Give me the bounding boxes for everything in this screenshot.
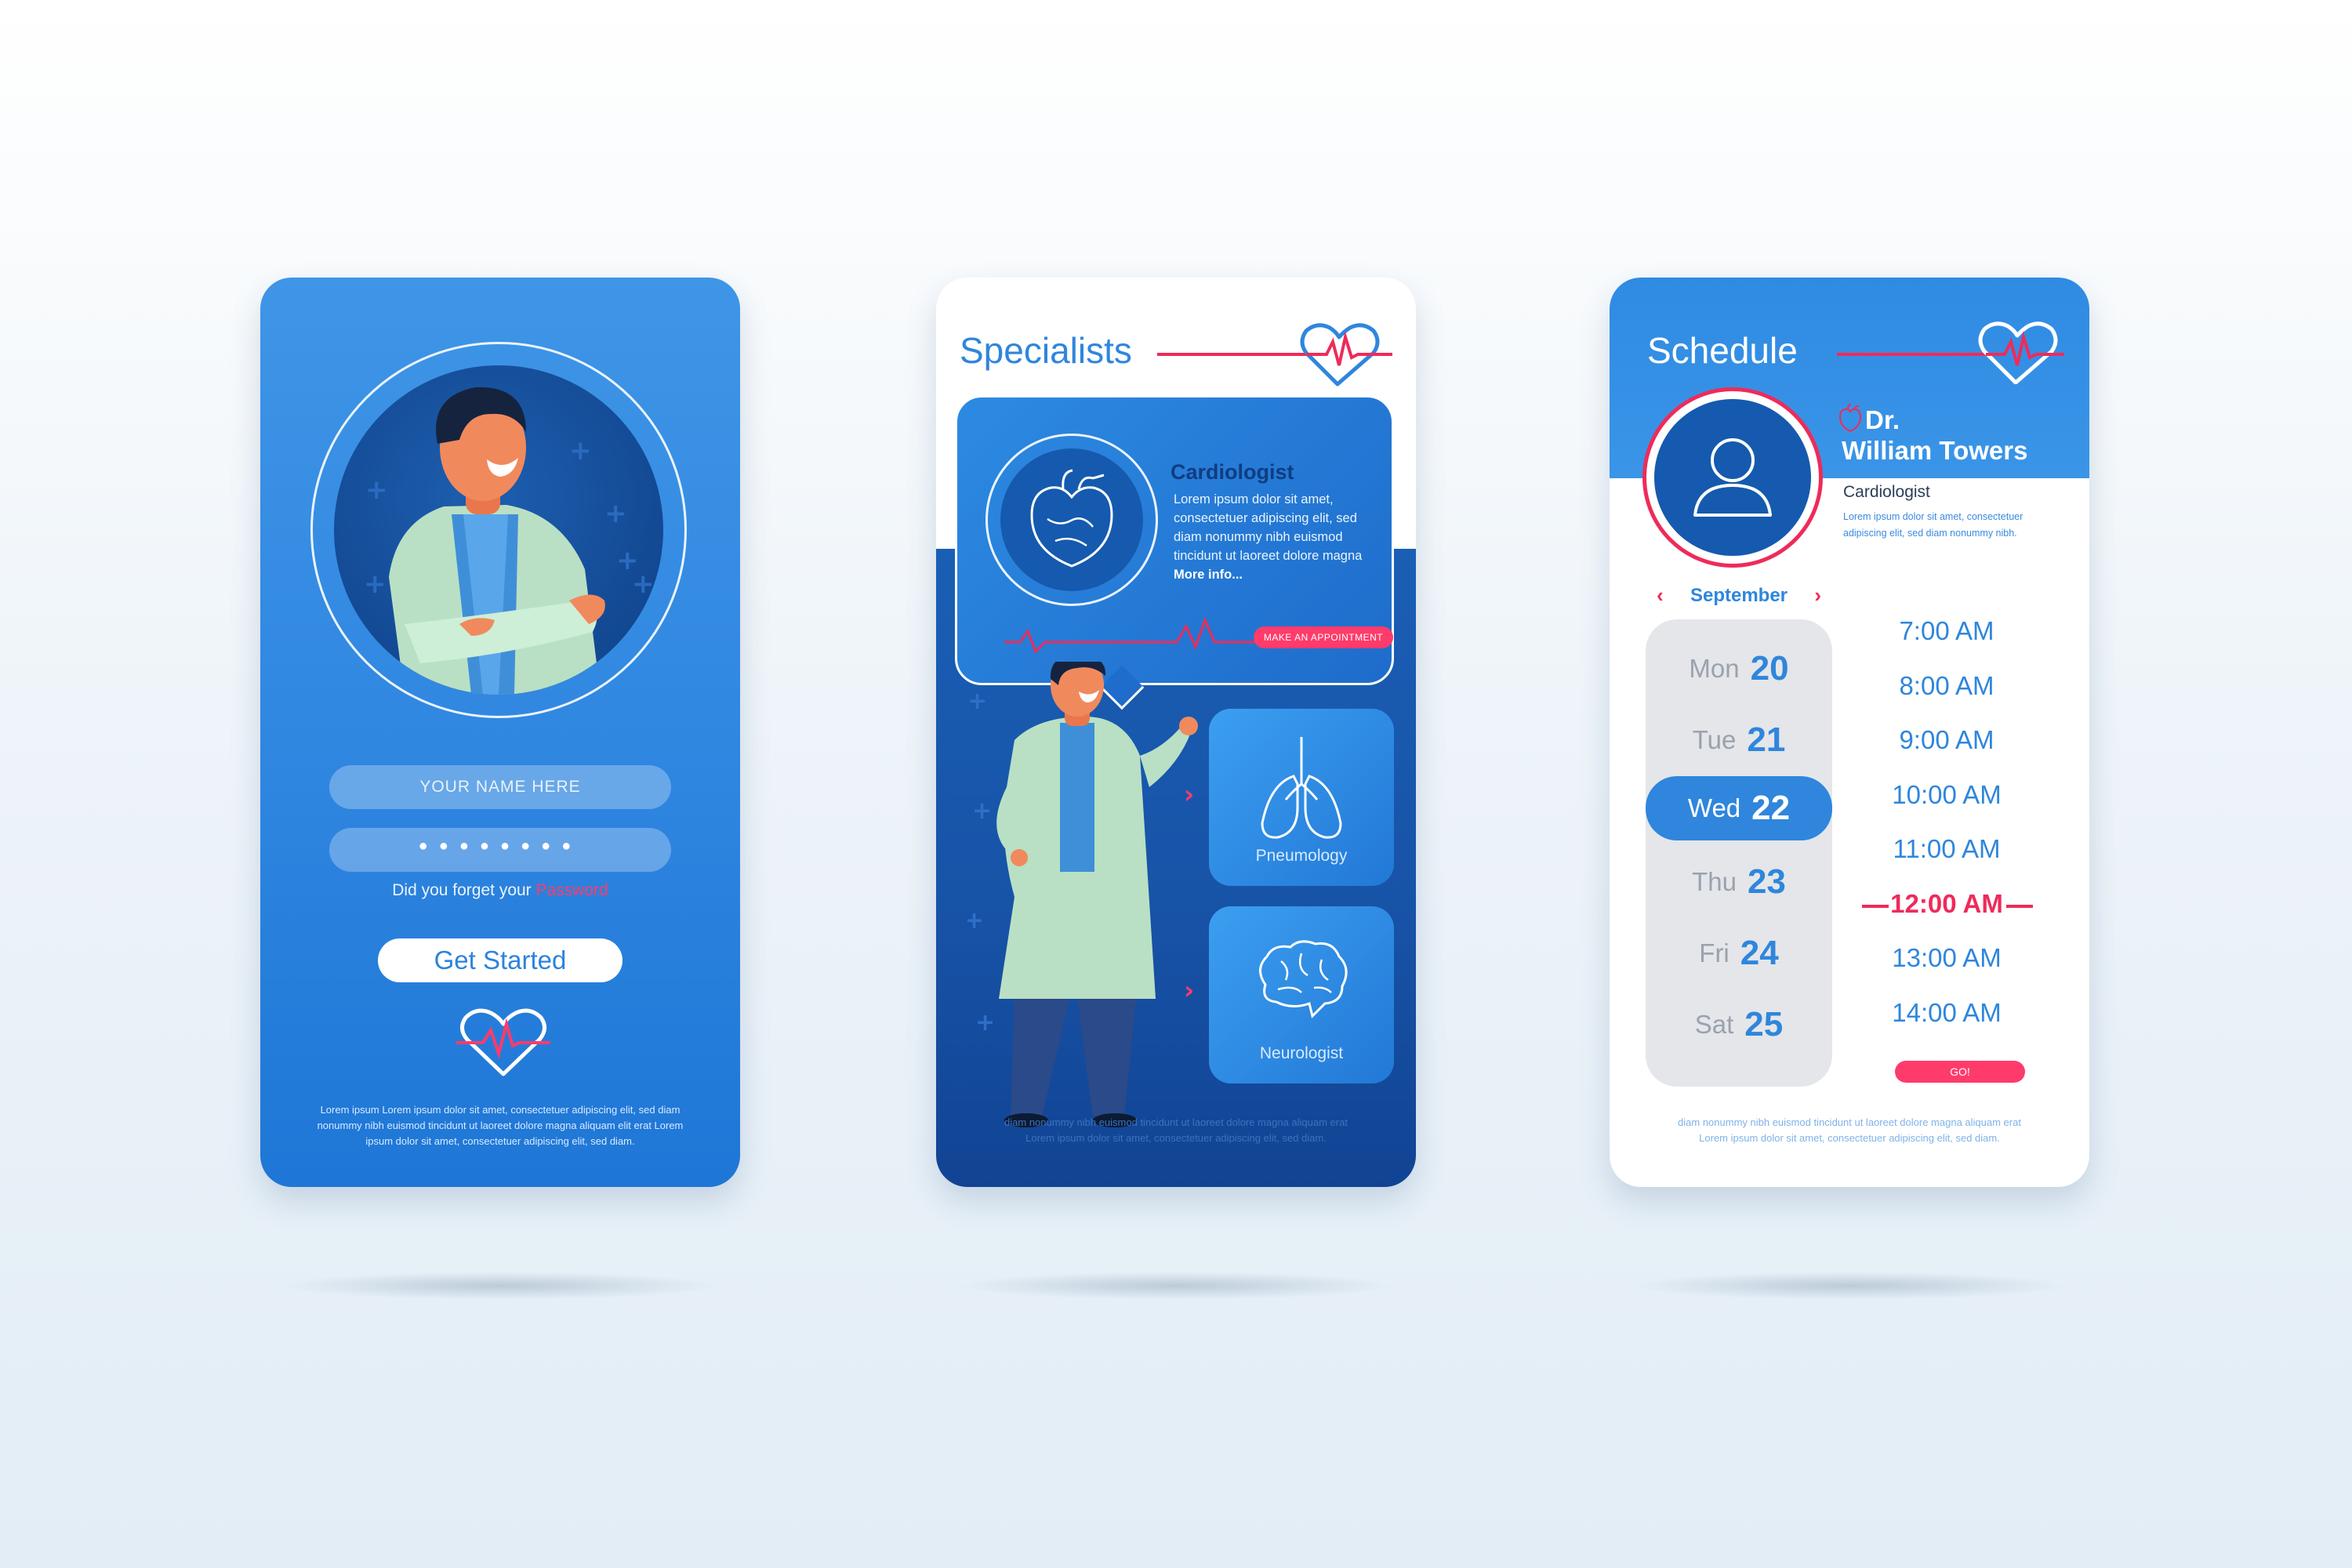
card-shadow: [1630, 1272, 2069, 1300]
lungs-icon: [1261, 737, 1342, 839]
day-list: Mon 20 Tue 21 Wed 22 Thu 23 Fri 24 Sat 2…: [1646, 619, 1832, 1087]
day-date: 20: [1750, 649, 1789, 688]
heartbeat-heart-icon: [456, 1008, 550, 1076]
day-name: Wed: [1687, 793, 1741, 822]
day-item[interactable]: Tue 21: [1646, 708, 1832, 772]
doctor-bio: Lorem ipsum dolor sit amet, consectetuer…: [1843, 511, 2024, 539]
time-slot[interactable]: 14:00 AM: [1837, 998, 2056, 1028]
login-footer-text: Lorem ipsum Lorem ipsum dolor sit amet, …: [317, 1104, 684, 1147]
time-slot[interactable]: 7:00 AM: [1837, 616, 2056, 646]
specialists-screen: Specialists Cardiologist Lorem ipsum dol…: [936, 278, 1416, 1187]
user-icon: [1693, 438, 1772, 517]
month-selector: ‹ September ›: [1657, 583, 1821, 608]
password-mask: ●●●●●●●●: [418, 837, 583, 855]
get-started-button[interactable]: Get Started: [378, 938, 622, 982]
day-date: 23: [1747, 862, 1786, 901]
day-date: 21: [1747, 720, 1786, 759]
specialist-description: Lorem ipsum dolor sit amet, consectetuer…: [1174, 490, 1370, 584]
forgot-password-link[interactable]: Password: [536, 881, 608, 899]
svg-text:+: +: [972, 797, 992, 825]
day-name: Tue: [1692, 725, 1737, 754]
day-name: Mon: [1689, 654, 1740, 683]
more-info-link[interactable]: More info...: [1174, 568, 1243, 582]
doctor-illustration: +++ + ++: [364, 387, 655, 695]
day-date: 22: [1751, 789, 1791, 827]
schedule-screen: Schedule Dr. William Towers Cardiologist…: [1610, 278, 2089, 1187]
login-screen: +++ +++ ●●●●●●●● Did you f: [260, 278, 740, 1187]
svg-text:+: +: [616, 545, 639, 576]
forgot-password-row: Did you forget your Password: [260, 881, 740, 900]
neurologist-tile[interactable]: Neurologist: [1209, 906, 1394, 1083]
heartbeat-heart-icon: [1837, 321, 2064, 384]
heart-anatomy-icon: [1000, 448, 1143, 591]
day-name: Sat: [1694, 1010, 1734, 1039]
specialist-description-text: Lorem ipsum dolor sit amet, consectetuer…: [1174, 492, 1363, 563]
svg-text:+: +: [975, 1009, 995, 1036]
time-slot[interactable]: 10:00 AM: [1837, 780, 2056, 810]
time-slot[interactable]: 8:00 AM: [1837, 671, 2056, 701]
doctor-portrait: + + + + + +: [334, 365, 663, 695]
time-slot[interactable]: 11:00 AM: [1837, 834, 2056, 864]
day-item-selected[interactable]: Wed 22: [1646, 776, 1832, 840]
chevron-left-icon[interactable]: ‹: [1657, 583, 1664, 608]
tile-label: Pneumology: [1255, 847, 1348, 865]
avatar: [1642, 387, 1823, 568]
tile-label: Neurologist: [1259, 1044, 1344, 1062]
page-title: Specialists: [960, 330, 1132, 371]
specialist-name: Cardiologist: [1171, 460, 1294, 484]
svg-text:+: +: [365, 474, 388, 506]
brain-icon: [1259, 940, 1348, 1018]
svg-text:+: +: [967, 688, 987, 715]
chevron-right-icon[interactable]: ›: [1184, 975, 1194, 1005]
chevron-right-icon[interactable]: ›: [1184, 779, 1194, 809]
heart-icon-ring: [985, 434, 1158, 606]
day-date: 24: [1740, 934, 1779, 972]
cardiologist-card[interactable]: Cardiologist Lorem ipsum dolor sit amet,…: [955, 395, 1394, 710]
svg-text:+: +: [569, 435, 592, 466]
time-slot[interactable]: 9:00 AM: [1837, 725, 2056, 755]
doctor-name: William Towers: [1842, 436, 2028, 465]
page-title: Schedule: [1647, 330, 1798, 371]
make-appointment-button[interactable]: MAKE AN APPOINTMENT: [1254, 626, 1393, 648]
svg-text:+: +: [604, 498, 627, 529]
name-input[interactable]: [329, 765, 671, 809]
day-date: 25: [1744, 1005, 1784, 1044]
day-name: Fri: [1699, 938, 1730, 967]
schedule-footer-text: diam nonummy nibh euismod tincidunt ut l…: [1678, 1116, 2021, 1144]
pneumology-tile[interactable]: Pneumology: [1209, 709, 1394, 886]
doctor-portrait-ring: + + + + + +: [310, 342, 687, 718]
day-item[interactable]: Fri 24: [1646, 921, 1832, 985]
month-label: September: [1690, 584, 1788, 606]
day-item[interactable]: Thu 23: [1646, 850, 1832, 914]
doctor-standing-illustration: + + + +: [967, 662, 1198, 1127]
password-input[interactable]: ●●●●●●●●: [329, 828, 671, 872]
card-shadow: [281, 1272, 720, 1300]
day-item[interactable]: Mon 20: [1646, 637, 1832, 701]
doctor-role: Cardiologist: [1843, 483, 1930, 501]
day-item[interactable]: Sat 25: [1646, 993, 1832, 1057]
time-slot-selected[interactable]: 12:00 AM: [1837, 889, 2056, 919]
ecg-line: [1004, 616, 1255, 654]
forgot-text: Did you forget your: [392, 881, 532, 899]
go-button[interactable]: GO!: [1895, 1061, 2025, 1083]
chevron-right-icon[interactable]: ›: [1814, 583, 1821, 608]
card-shadow: [956, 1272, 1396, 1300]
heartbeat-heart-icon: [1157, 323, 1392, 387]
svg-text:+: +: [967, 907, 984, 935]
heart-anatomy-icon: [1838, 404, 1862, 433]
specialists-footer-text: diam nonummy nibh euismod tincidunt ut l…: [1004, 1116, 1348, 1144]
time-slot[interactable]: 13:00 AM: [1837, 943, 2056, 973]
svg-text:+: +: [364, 568, 387, 600]
doctor-prefix: Dr.: [1865, 405, 1900, 434]
day-name: Thu: [1692, 867, 1737, 896]
